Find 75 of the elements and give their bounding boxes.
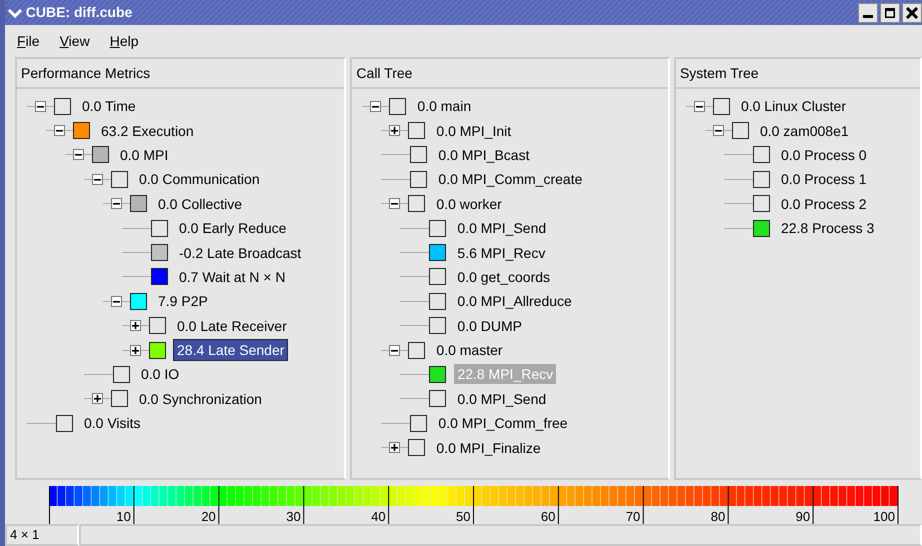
tree-item[interactable]: 0.0 MPI_Comm_free — [435, 413, 571, 434]
tree-item[interactable]: 0.0 Time — [79, 96, 139, 116]
scale-label: 10 — [116, 509, 131, 524]
tree-item[interactable]: 0.0 worker — [433, 194, 505, 214]
tree-item[interactable]: 0.0 Visits — [81, 413, 144, 434]
panel-header: System Tree — [676, 59, 920, 89]
tree-item[interactable]: 28.4 Late Sender — [174, 340, 288, 360]
scale-label: 100 — [873, 509, 895, 524]
expand-icon[interactable] — [389, 442, 400, 454]
tree-item[interactable]: 0.0 zam008e1 — [756, 120, 852, 141]
tree-item[interactable]: 0.0 Early Reduce — [176, 218, 290, 238]
menu-item[interactable]: Help — [102, 30, 146, 52]
scale-label: 40 — [371, 509, 386, 524]
collapse-icon[interactable] — [111, 198, 122, 210]
scale-label: 20 — [201, 509, 216, 524]
tree-item[interactable]: 0.0 MPI_Send — [454, 218, 550, 238]
tree-item[interactable]: 63.2 Execution — [98, 120, 197, 141]
maximize-icon — [885, 8, 895, 18]
expand-icon[interactable] — [389, 125, 400, 136]
close-button[interactable] — [902, 2, 922, 22]
window-title: CUBE: diff.cube — [26, 3, 134, 22]
expand-icon[interactable] — [92, 393, 103, 404]
tree-item[interactable]: 7.9 P2P — [155, 291, 211, 312]
tree-item[interactable]: 0.0 MPI_Comm_create — [435, 169, 586, 190]
scale-label: 50 — [456, 509, 470, 524]
tree-item[interactable]: 0.0 Process 0 — [778, 144, 870, 165]
scale-label: 30 — [286, 509, 301, 524]
tree-item[interactable]: 0.0 IO — [138, 364, 182, 384]
scale-label: 70 — [626, 509, 640, 524]
expand-icon[interactable] — [130, 320, 141, 332]
status-text: 4 × 1 — [5, 524, 79, 546]
window-menu-icon[interactable] — [8, 8, 22, 18]
tree-item[interactable]: 0.0 MPI_Finalize — [433, 438, 544, 458]
tree-item[interactable]: 0.0 Process 1 — [778, 169, 870, 190]
tree-item[interactable]: 0.0 get_coords — [454, 266, 554, 287]
collapse-icon[interactable] — [389, 198, 400, 210]
tree-item[interactable]: 0.0 Process 2 — [778, 194, 870, 214]
scale-label: 80 — [710, 509, 726, 524]
tree-item[interactable]: 0.0 MPI_Allreduce — [454, 291, 575, 312]
tree-item[interactable]: -0.2 Late Broadcast — [176, 242, 304, 263]
tree-item[interactable]: 0.0 Communication — [136, 169, 263, 190]
scale-label: 90 — [796, 509, 810, 524]
tree-item[interactable]: 0.7 Wait at N × N — [176, 266, 288, 287]
collapse-icon[interactable] — [712, 125, 724, 136]
tree-item[interactable]: 0.0 Linux Cluster — [738, 96, 849, 116]
menu-item[interactable]: File — [9, 30, 48, 52]
scale-label: 60 — [540, 509, 556, 524]
tree-item[interactable]: 5.6 MPI_Recv — [454, 242, 548, 263]
collapse-icon[interactable] — [370, 100, 382, 112]
collapse-icon[interactable] — [694, 100, 705, 112]
collapse-icon[interactable] — [389, 344, 400, 356]
tree-item[interactable]: 0.0 MPI — [117, 144, 172, 165]
collapse-icon[interactable] — [92, 174, 103, 185]
panel-header: Call Tree — [352, 59, 668, 89]
tree-item[interactable]: 0.0 MPI_Init — [433, 120, 514, 141]
panel-header: Performance Metrics — [17, 59, 344, 89]
tree-item[interactable]: 0.0 MPI_Bcast — [435, 144, 532, 165]
tree-item[interactable]: 0.0 DUMP — [454, 316, 525, 336]
close-icon — [906, 6, 918, 18]
menu-item[interactable]: View — [52, 30, 98, 52]
collapse-icon[interactable] — [73, 149, 84, 160]
minimize-icon — [863, 15, 873, 18]
tree-item[interactable]: 0.0 Collective — [155, 194, 246, 214]
minimize-button[interactable] — [858, 2, 878, 22]
tree-item[interactable]: 0.0 MPI_Send — [454, 388, 550, 409]
tree-item[interactable]: 0.0 main — [414, 96, 474, 116]
collapse-icon[interactable] — [111, 296, 122, 307]
collapse-icon[interactable] — [54, 125, 65, 136]
tree-item[interactable]: 0.0 Late Receiver — [174, 316, 290, 336]
tree-item[interactable]: 0.0 Synchronization — [136, 388, 265, 409]
collapse-icon[interactable] — [35, 100, 46, 112]
expand-icon[interactable] — [130, 344, 141, 356]
maximize-button[interactable] — [880, 2, 900, 22]
tree-item[interactable]: 0.0 master — [433, 340, 506, 360]
tree-item[interactable]: 22.8 Process 3 — [778, 218, 878, 238]
